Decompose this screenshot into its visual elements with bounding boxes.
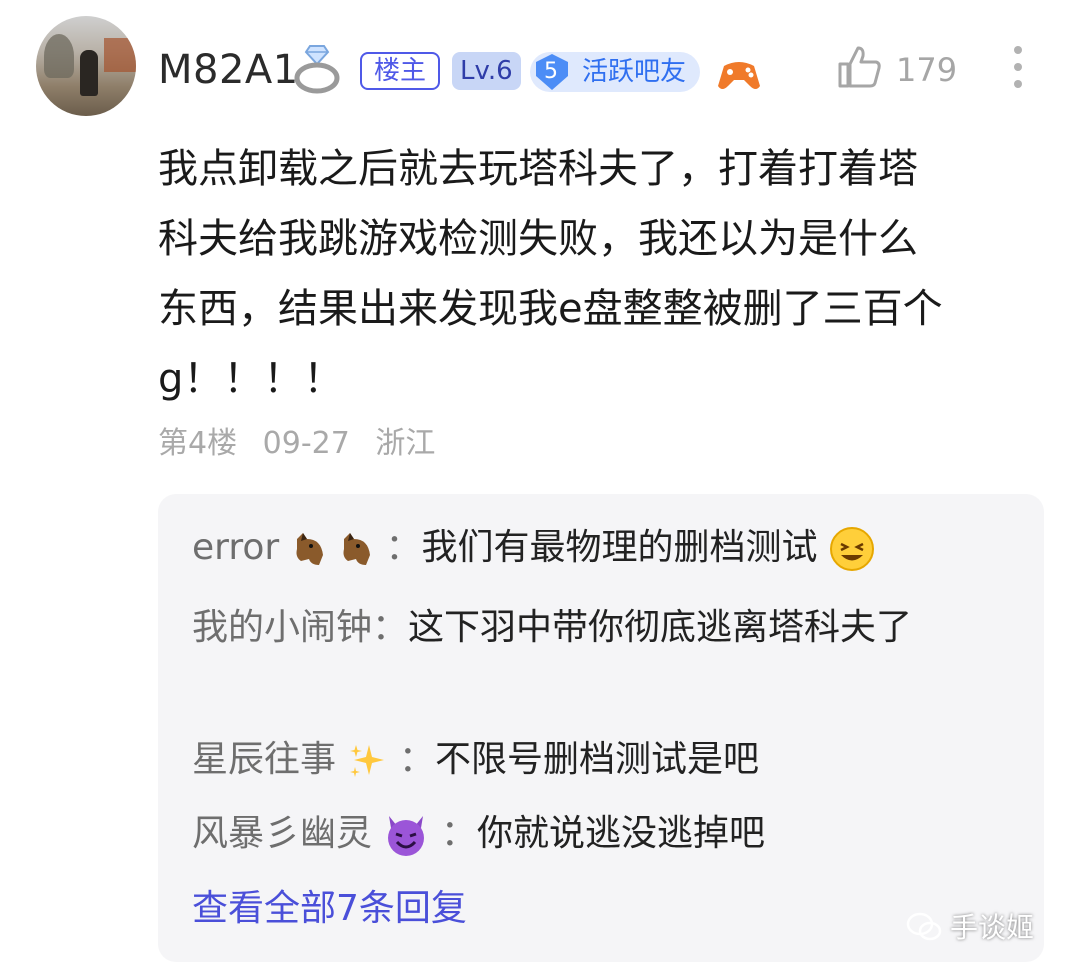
- reply-item[interactable]: 星辰往事 ：不限号删档测试是吧: [192, 730, 1012, 790]
- reply-content: 我们有最物理的删档测试: [421, 527, 818, 568]
- diamond-ring-icon: [294, 45, 340, 94]
- like-count: 179: [896, 51, 958, 89]
- gamepad-icon: [718, 62, 760, 89]
- smiling-devil-icon: [388, 816, 425, 856]
- active-badge-label: 活跃吧友: [582, 57, 687, 87]
- active-badge-number: 5: [544, 59, 558, 84]
- post-meta: 第4楼 09-27 浙江: [158, 424, 451, 464]
- grinning-squint-icon: [830, 527, 874, 571]
- wechat-icon: [906, 912, 942, 941]
- horse-face-icon: [343, 533, 371, 565]
- active-member-badge: 5 活跃吧友: [530, 52, 701, 92]
- reply-username[interactable]: 我的小闹钟: [192, 607, 372, 648]
- reply-content: 不限号删档测试是吧: [434, 739, 759, 780]
- reply-item[interactable]: 我的小闹钟：这下羽中带你彻底逃离塔科夫了: [192, 598, 1012, 658]
- thumbs-up-icon[interactable]: [836, 44, 882, 90]
- reply-item[interactable]: error ：我们有最物理的删档测试: [192, 518, 1012, 578]
- avatar[interactable]: [36, 16, 136, 116]
- more-vertical-icon[interactable]: [1008, 44, 1028, 90]
- reply-username[interactable]: 风暴彡幽灵: [192, 813, 372, 854]
- reply-list: error ：我们有最物理的删档测试 我的小闹钟：这下羽中带你彻底逃离塔科夫了 …: [158, 494, 1044, 962]
- post-location: 浙江: [375, 426, 436, 461]
- reply-item[interactable]: 风暴彡幽灵 ：你就说逃没逃掉吧: [192, 804, 1012, 864]
- reply-username[interactable]: 星辰往事: [192, 739, 336, 780]
- username[interactable]: M82A1: [158, 46, 299, 94]
- reply-username[interactable]: error: [192, 527, 279, 568]
- owner-badge: 楼主: [360, 52, 441, 90]
- reply-content: 这下羽中带你彻底逃离塔科夫了: [408, 607, 913, 648]
- level-badge: Lv.6: [452, 52, 521, 90]
- view-all-replies-link[interactable]: 查看全部7条回复: [192, 884, 467, 934]
- post-content: 我点卸载之后就去玩塔科夫了，打着打着塔 科夫给我跳游戏检测失败，我还以为是什么 …: [158, 146, 943, 402]
- watermark-text: 手谈姬: [950, 911, 1035, 944]
- reply-content: 你就说逃没逃掉吧: [476, 813, 765, 854]
- post-date: 09-27: [262, 426, 350, 461]
- horse-face-icon: [296, 533, 323, 565]
- sparkles-icon: [350, 745, 385, 777]
- floor-number: 第4楼: [158, 426, 238, 461]
